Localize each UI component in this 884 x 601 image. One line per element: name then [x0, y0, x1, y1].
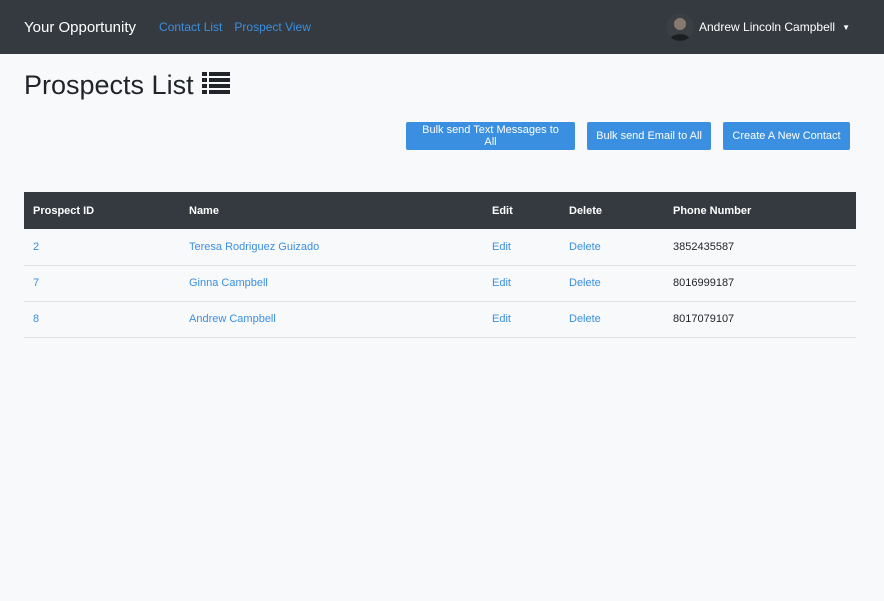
phone-number: 3852435587	[673, 240, 735, 253]
prospect-id-link[interactable]: 2	[24, 229, 180, 265]
prospect-id-link[interactable]: 8	[24, 301, 180, 337]
table-header-row: Prospect ID Name Edit Delete Phone Numbe…	[24, 192, 856, 229]
col-name: Name	[189, 204, 219, 217]
brand-name[interactable]: Your Opportunity	[24, 19, 136, 36]
prospect-name-link[interactable]: Ginna Campbell	[180, 265, 483, 301]
col-prospect-id: Prospect ID	[33, 204, 95, 217]
table-row: 8 Andrew Campbell Edit Delete 8017079107	[24, 301, 856, 337]
prospect-name-link[interactable]: Teresa Rodriguez Guizado	[180, 229, 483, 265]
col-edit: Edit	[492, 204, 513, 217]
nav-link-prospect-view[interactable]: Prospect View	[234, 20, 310, 34]
col-phone: Phone Number	[673, 204, 752, 217]
col-delete: Delete	[569, 204, 603, 217]
caret-down-icon: ▼	[842, 22, 850, 32]
delete-link[interactable]: Delete	[560, 265, 664, 301]
table-row: 2 Teresa Rodriguez Guizado Edit Delete 3…	[24, 229, 856, 265]
phone-number: 8016999187	[673, 277, 735, 289]
top-navbar: Your Opportunity Contact List Prospect V…	[0, 0, 884, 54]
page-title-text: Prospects List	[24, 70, 194, 100]
delete-link[interactable]: Delete	[560, 229, 664, 265]
list-icon	[201, 70, 230, 101]
phone-number: 8017079107	[673, 313, 735, 325]
avatar	[666, 13, 694, 41]
prospect-name-link[interactable]: Andrew Campbell	[180, 301, 483, 337]
page-title: Prospects List	[24, 70, 230, 101]
edit-link[interactable]: Edit	[483, 301, 560, 337]
create-contact-button[interactable]: Create A New Contact	[723, 122, 850, 150]
edit-link[interactable]: Edit	[483, 229, 560, 265]
prospect-id-link[interactable]: 7	[24, 265, 180, 301]
user-name: Andrew Lincoln Campbell	[699, 20, 836, 34]
user-menu[interactable]: Andrew Lincoln Campbell ▼	[666, 13, 850, 41]
prospects-table: Prospect ID Name Edit Delete Phone Numbe…	[24, 192, 856, 338]
bulk-email-button[interactable]: Bulk send Email to All	[587, 122, 711, 150]
edit-link[interactable]: Edit	[483, 265, 560, 301]
bulk-text-button[interactable]: Bulk send Text Messages to All	[406, 122, 575, 150]
delete-link[interactable]: Delete	[560, 301, 664, 337]
nav-link-contact-list[interactable]: Contact List	[159, 20, 222, 34]
table-row: 7 Ginna Campbell Edit Delete 8016999187	[24, 265, 856, 301]
